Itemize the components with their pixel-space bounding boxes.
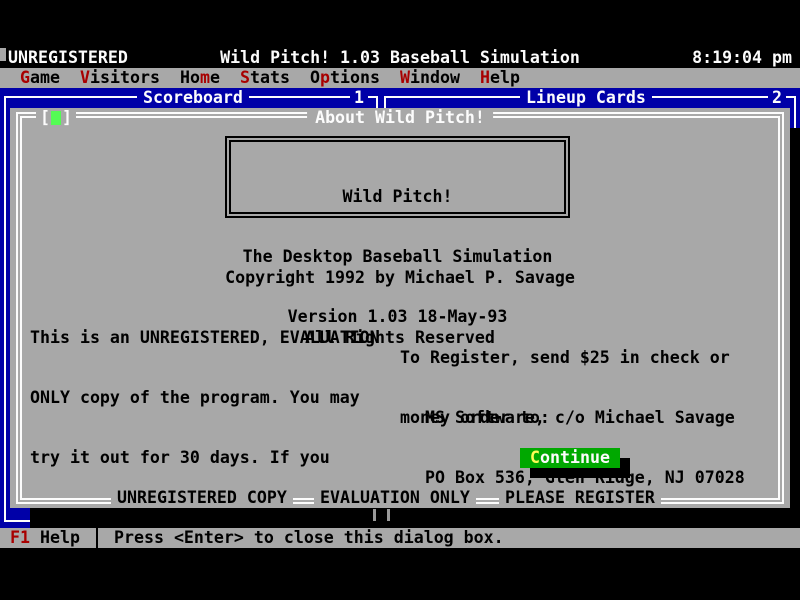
evaluation-paragraph: This is an UNREGISTERED, EVALUATION ONLY… <box>30 288 380 600</box>
footer-evaluation-only: EVALUATION ONLY <box>314 488 476 508</box>
footer-unregistered-copy: UNREGISTERED COPY <box>111 488 293 508</box>
menu-item-game[interactable]: Game <box>20 68 60 88</box>
window-title-scoreboard: Scoreboard <box>137 88 249 108</box>
window-number-lineup-cards[interactable]: 2 <box>768 88 786 108</box>
dialog-footer: UNREGISTERED COPY EVALUATION ONLY PLEASE… <box>10 488 790 508</box>
about-dialog: About Wild Pitch! [] Wild Pitch! The Des… <box>10 108 790 508</box>
menu-item-stats[interactable]: Stats <box>240 68 290 88</box>
footer-please-register: PLEASE REGISTER <box>499 488 661 508</box>
status-bar: F1 Help Press <Enter> to close this dial… <box>0 528 800 548</box>
window-number-scoreboard[interactable]: 1 <box>350 88 368 108</box>
close-button[interactable]: [] <box>36 108 76 128</box>
continue-button[interactable]: Continue <box>520 448 620 468</box>
f1-help-label[interactable]: Help <box>40 528 80 548</box>
menu-item-home[interactable]: Home <box>180 68 220 88</box>
clock: 8:19:04 pm <box>692 48 792 68</box>
window-title-lineup-cards: Lineup Cards <box>520 88 652 108</box>
f1-key-hint[interactable]: F1 <box>10 528 30 548</box>
menu-bar: Game Visitors Home Stats Options Window … <box>0 68 800 88</box>
dos-screen: Wild Pitch! 1.03 Baseball Simulation UNR… <box>0 0 800 600</box>
copyright-line: Copyright 1992 by Michael P. Savage <box>10 268 790 288</box>
app-title-bar: Wild Pitch! 1.03 Baseball Simulation UNR… <box>0 48 800 68</box>
menu-item-options[interactable]: Options <box>310 68 380 88</box>
shadowed-window-border-fragment <box>387 509 390 521</box>
registration-status: UNREGISTERED <box>8 48 128 68</box>
close-icon <box>51 111 61 125</box>
cursor-artifact <box>0 48 6 61</box>
dialog-title: About Wild Pitch! <box>307 108 493 128</box>
version-box: Wild Pitch! The Desktop Baseball Simulat… <box>225 136 570 218</box>
menu-item-help[interactable]: Help <box>480 68 520 88</box>
menu-item-visitors[interactable]: Visitors <box>80 68 160 88</box>
menu-item-window[interactable]: Window <box>400 68 460 88</box>
status-separator <box>96 528 98 548</box>
status-message: Press <Enter> to close this dialog box. <box>114 528 504 548</box>
app-name: Wild Pitch! <box>231 187 564 207</box>
